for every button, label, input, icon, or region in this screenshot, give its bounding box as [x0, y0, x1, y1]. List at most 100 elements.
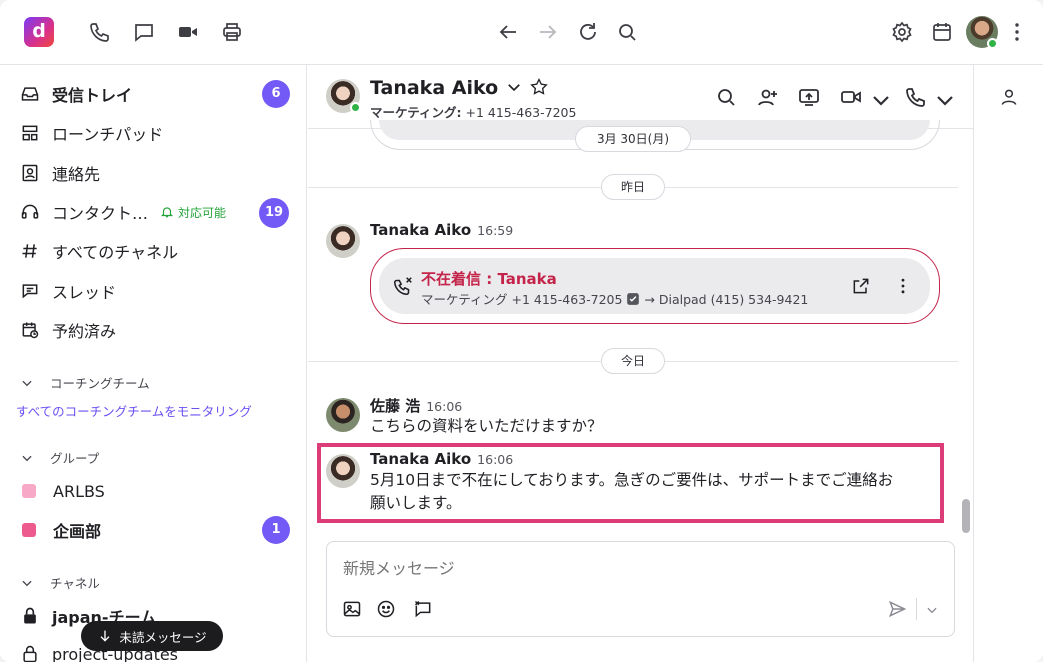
calendar-icon[interactable] — [930, 20, 954, 44]
message-sender: 佐藤 浩 16:06 — [370, 397, 463, 415]
add-user-icon[interactable] — [756, 85, 780, 109]
launchpad-icon — [20, 123, 40, 143]
phone-call-icon[interactable] — [904, 85, 928, 109]
inbox-unread-badge: 6 — [262, 80, 290, 108]
chat-icon[interactable] — [132, 20, 156, 44]
video-icon[interactable] — [176, 20, 200, 44]
group-color-swatch — [22, 484, 36, 498]
availability-status: 対応可能 — [160, 204, 226, 221]
sidebar: 受信トレイ 6 ローンチパッド 連絡先 コンタクト… 対応可能 19 すべてのチ… — [0, 65, 307, 662]
verified-check-icon — [627, 293, 640, 305]
sidebar-item-label: すべてのチャネル — [52, 243, 179, 262]
chevron-down-icon — [22, 380, 32, 386]
inbox-icon — [20, 84, 40, 104]
send-icon[interactable] — [887, 599, 907, 619]
image-icon[interactable] — [342, 599, 362, 619]
group-item-planning[interactable]: 企画部 — [20, 515, 101, 545]
sidebar-item-label: 連絡先 — [52, 165, 101, 184]
group-item-arlbs[interactable]: ARLBS — [20, 476, 105, 506]
online-status-dot — [350, 102, 361, 113]
group-unread-badge: 1 — [262, 516, 290, 544]
message-input[interactable] — [343, 554, 923, 582]
emoji-icon[interactable] — [376, 599, 396, 619]
sidebar-item-launchpad[interactable]: ローンチパッド — [20, 118, 163, 148]
forward-arrow-icon[interactable] — [536, 20, 560, 44]
missed-call-detail: マーケティング +1 415-463-7205 → Dialpad (415) … — [421, 292, 809, 307]
search-icon[interactable] — [714, 85, 738, 109]
app-logo[interactable]: d — [24, 17, 54, 47]
sidebar-item-label: ローンチパッド — [52, 125, 164, 144]
contact-center-badge: 19 — [259, 198, 289, 228]
phone-icon[interactable] — [88, 20, 112, 44]
video-call-icon[interactable] — [839, 85, 863, 109]
sidebar-item-scheduled[interactable]: 予約済み — [20, 315, 116, 345]
message-text: 5月10日まで不在にしております。急ぎのご要件は、サポートまでご連絡お 願いしま… — [370, 471, 894, 512]
chevron-down-icon — [22, 455, 32, 461]
message-text: こちらの資料をいただけますか？ — [370, 417, 603, 435]
contact-subtitle: マーケティング: +1 415-463-7205 — [370, 105, 577, 120]
sidebar-item-contacts[interactable]: 連絡先 — [20, 158, 100, 188]
composer-divider — [916, 598, 917, 620]
groups-section-header[interactable]: グループ — [20, 448, 99, 467]
open-external-icon[interactable] — [851, 276, 871, 296]
group-label: ARLBS — [53, 481, 105, 501]
hash-icon — [20, 241, 40, 261]
message-composer — [326, 541, 955, 637]
arrow-down-icon — [100, 630, 110, 642]
sidebar-item-label: 受信トレイ — [52, 86, 133, 105]
sidebar-item-all-channels[interactable]: すべてのチャネル — [20, 236, 178, 266]
sidebar-item-label: コンタクト… — [52, 204, 149, 223]
unread-messages-button[interactable]: 未読メッセージ — [81, 621, 223, 651]
right-rail — [973, 65, 1043, 662]
sender-avatar[interactable] — [326, 398, 360, 432]
date-separator-today: 今日 — [601, 348, 665, 374]
missed-call-title: 不在着信 : Tanaka — [421, 270, 557, 288]
search-icon[interactable] — [615, 20, 639, 44]
group-label: 企画部 — [53, 522, 102, 541]
message-sender: Tanaka Aiko 16:59 — [370, 221, 514, 239]
scrollbar-thumb[interactable] — [962, 499, 970, 533]
more-vertical-icon[interactable] — [1005, 20, 1029, 44]
sidebar-item-inbox[interactable]: 受信トレイ — [20, 79, 132, 109]
back-arrow-icon[interactable] — [496, 20, 520, 44]
message-sender: Tanaka Aiko 16:06 — [370, 450, 514, 468]
bell-icon — [160, 207, 174, 218]
star-icon[interactable] — [529, 77, 549, 97]
chevron-down-icon[interactable] — [505, 78, 523, 96]
lock-icon — [20, 606, 40, 626]
app-window: d 受信トレイ 6 ローンチパッド 連絡先 コンタクト… 対応可能 19 すべて… — [0, 0, 1043, 662]
channels-section-header[interactable]: チャネル — [20, 573, 100, 592]
headset-icon — [20, 202, 40, 222]
gear-icon[interactable] — [890, 20, 914, 44]
quick-reply-icon[interactable] — [413, 599, 433, 619]
date-separator-old: 3月 30日(月) — [575, 126, 691, 152]
video-options-chevron-icon[interactable] — [869, 88, 889, 106]
missed-call-icon — [393, 277, 412, 296]
lock-icon — [20, 644, 40, 662]
phone-options-chevron-icon[interactable] — [933, 88, 953, 106]
contact-profile-icon[interactable] — [999, 87, 1019, 107]
sender-avatar[interactable] — [326, 224, 360, 258]
chat-panel: Tanaka Aiko マーケティング: +1 415-463-7205 3月 … — [308, 65, 973, 662]
online-status-dot — [987, 38, 998, 49]
group-color-swatch — [22, 523, 36, 537]
sidebar-item-threads[interactable]: スレッド — [20, 276, 116, 306]
scheduled-icon — [20, 320, 40, 340]
top-bar: d — [0, 0, 1043, 65]
refresh-icon[interactable] — [576, 20, 600, 44]
threads-icon — [20, 281, 40, 301]
sender-avatar[interactable] — [326, 454, 360, 488]
sidebar-item-contact-center[interactable]: コンタクト… 対応可能 — [20, 197, 226, 227]
contacts-icon — [20, 163, 40, 183]
send-options-chevron-icon[interactable] — [925, 603, 939, 617]
sidebar-item-label: 予約済み — [52, 322, 117, 341]
monitor-coaching-link[interactable]: すべてのコーチングチームをモニタリング — [16, 401, 252, 420]
coaching-section-header[interactable]: コーチングチーム — [20, 373, 150, 392]
chevron-down-icon — [22, 580, 32, 586]
date-separator-yesterday: 昨日 — [601, 174, 665, 200]
more-vertical-icon[interactable] — [893, 276, 913, 296]
screen-share-icon[interactable] — [797, 85, 821, 109]
printer-icon[interactable] — [220, 20, 244, 44]
contact-name[interactable]: Tanaka Aiko — [370, 77, 549, 99]
sidebar-item-label: スレッド — [52, 283, 117, 302]
